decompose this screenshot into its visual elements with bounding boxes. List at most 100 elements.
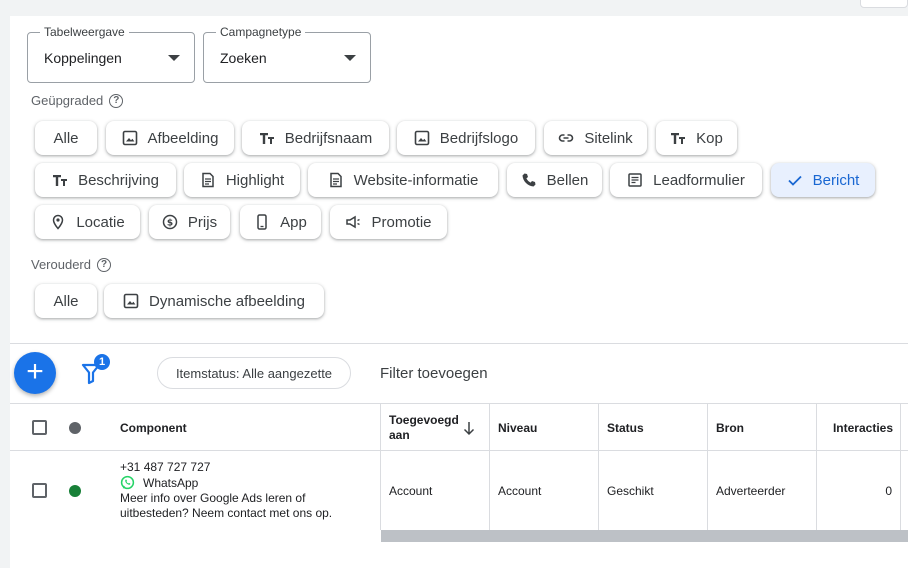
column-divider (380, 451, 381, 530)
add-button[interactable]: + (14, 352, 56, 394)
chip-label: Leadformulier (653, 171, 745, 189)
column-divider (816, 451, 817, 530)
chip-label: Website-informatie (353, 171, 479, 189)
text-icon (671, 133, 686, 144)
chip-label: Locatie (76, 213, 125, 231)
column-divider (707, 404, 708, 452)
chip-label: Bedrijfslogo (439, 129, 519, 147)
whatsapp-icon (120, 475, 135, 490)
campaign-type-select[interactable]: Campagnetype Zoeken (203, 25, 371, 83)
filter-count-badge: 1 (94, 354, 110, 370)
chip-label: Afbeelding (147, 129, 219, 147)
chip-prijs[interactable]: $ Prijs (149, 205, 230, 239)
column-level[interactable]: Niveau (498, 404, 588, 452)
campaign-type-label: Campagnetype (216, 25, 306, 39)
link-icon (559, 134, 574, 142)
chip-label: Alle (53, 292, 79, 310)
chip-promotie[interactable]: Promotie (330, 205, 447, 239)
chip-bedrijfslogo[interactable]: Bedrijfslogo (397, 121, 535, 155)
column-divider (900, 451, 901, 530)
horizontal-scrollbar[interactable] (381, 530, 908, 542)
column-interactions[interactable]: Interacties (825, 404, 893, 452)
select-all-checkbox[interactable] (32, 420, 47, 435)
table-view-value: Koppelingen (44, 50, 122, 66)
cell-source: Adverteerder (716, 484, 786, 498)
chip-label: Promotie (371, 213, 432, 231)
location-pin-icon (53, 214, 64, 230)
column-added-to[interactable]: Toegevoegd aan (389, 404, 459, 452)
image-icon (414, 130, 430, 146)
image-icon (122, 130, 137, 146)
column-divider (707, 451, 708, 530)
dropdown-arrow-icon (344, 55, 356, 61)
column-divider (489, 451, 490, 530)
help-icon[interactable]: ? (97, 257, 111, 272)
chip-bedrijfsnaam[interactable]: Bedrijfsnaam (242, 121, 389, 155)
column-status[interactable]: Status (607, 404, 697, 452)
megaphone-icon (346, 215, 361, 229)
chip-alle[interactable]: Alle (35, 121, 97, 155)
column-component[interactable]: Component (120, 404, 370, 452)
component-app: WhatsApp (143, 475, 199, 490)
component-phone: +31 487 727 727 (120, 460, 211, 474)
chip-dynamische-afbeelding[interactable]: Dynamische afbeelding (104, 284, 324, 318)
upgraded-title: Geüpgraded (31, 93, 104, 108)
chip-label: Alle (53, 129, 79, 147)
table-view-label: Tabelweergave (40, 25, 129, 39)
chip-leadformulier[interactable]: Leadformulier (610, 163, 762, 197)
chip-bellen[interactable]: Bellen (507, 163, 602, 197)
text-icon (53, 175, 68, 186)
dropdown-arrow-icon (168, 55, 180, 61)
chip-sitelink[interactable]: Sitelink (544, 121, 647, 155)
top-right-button[interactable] (860, 0, 908, 8)
column-source[interactable]: Bron (716, 404, 806, 452)
table-row: +31 487 727 727 WhatsApp Meer info over … (10, 451, 908, 530)
chip-label: Sitelink (584, 129, 633, 147)
chip-locatie[interactable]: Locatie (35, 205, 140, 239)
chip-label: Prijs (187, 213, 218, 231)
upgraded-section-title: Geüpgraded ? (31, 93, 124, 108)
status-filter-chip[interactable]: Itemstatus: Alle aangezette (157, 357, 351, 389)
chip-label: Beschrijving (78, 171, 159, 189)
help-icon[interactable]: ? (109, 93, 124, 108)
component-app-line: WhatsApp (120, 475, 198, 490)
sort-down-arrow-icon[interactable] (462, 420, 476, 436)
column-divider (598, 451, 599, 530)
form-icon (628, 173, 642, 187)
text-icon (259, 133, 274, 144)
chip-label: Bericht (812, 171, 860, 189)
chip-legacy-alle[interactable]: Alle (35, 284, 97, 318)
phone-icon (522, 173, 536, 187)
column-divider (598, 404, 599, 452)
cell-interactions: 0 (885, 484, 892, 498)
chip-label: Bedrijfsnaam (284, 129, 373, 147)
column-divider (816, 404, 817, 452)
check-icon (788, 175, 802, 186)
cell-level: Account (498, 484, 542, 498)
table-view-select[interactable]: Tabelweergave Koppelingen (27, 25, 195, 83)
phone-device-icon (257, 214, 267, 230)
chip-bericht[interactable]: Bericht (771, 163, 875, 197)
row-status-dot-icon (69, 485, 81, 497)
main-panel: Tabelweergave Koppelingen Campagnetype Z… (10, 16, 908, 568)
chip-label: App (280, 213, 307, 231)
add-filter-button[interactable]: Filter toevoegen (380, 365, 488, 382)
chip-kop[interactable]: Kop (656, 121, 737, 155)
chip-label: Dynamische afbeelding (149, 292, 305, 310)
chip-app[interactable]: App (240, 205, 321, 239)
svg-text:$: $ (167, 219, 173, 229)
cell-added-to: Account (389, 484, 433, 498)
chip-label: Bellen (546, 171, 589, 189)
status-dot-icon (69, 422, 81, 434)
divider (10, 343, 908, 344)
image-icon (123, 293, 139, 309)
cell-status: Geschikt (607, 484, 654, 498)
chip-highlight[interactable]: Highlight (184, 163, 300, 197)
campaign-type-value: Zoeken (220, 50, 267, 66)
row-checkbox[interactable] (32, 483, 47, 498)
chip-website-informatie[interactable]: Website-informatie (308, 163, 498, 197)
chip-beschrijving[interactable]: Beschrijving (35, 163, 176, 197)
chip-afbeelding[interactable]: Afbeelding (106, 121, 234, 155)
document-icon (329, 172, 342, 188)
column-divider (900, 404, 901, 452)
